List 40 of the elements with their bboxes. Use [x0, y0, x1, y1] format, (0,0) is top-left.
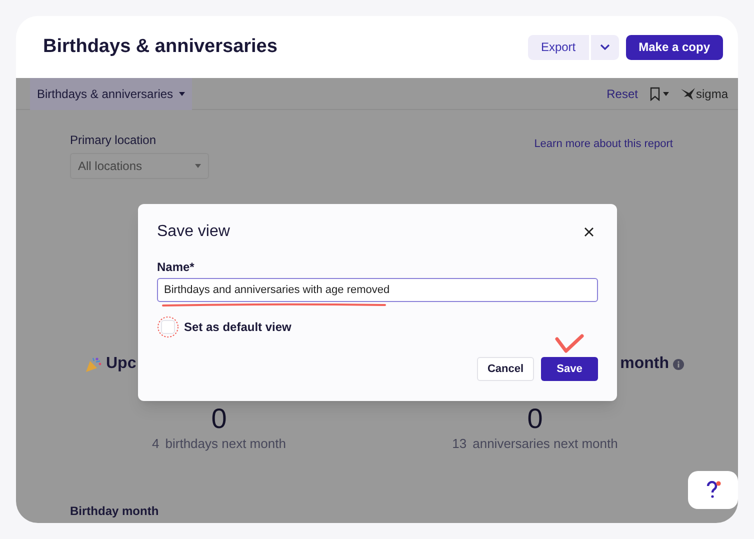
help-icon: [705, 481, 721, 499]
reset-button[interactable]: Reset: [606, 84, 638, 102]
dotted-circle-drawing: [157, 316, 179, 338]
cancel-button[interactable]: Cancel: [477, 357, 534, 381]
close-icon: [584, 227, 594, 237]
stat-count: 4: [152, 435, 160, 453]
brand-name: sigma: [696, 86, 728, 102]
view-tab[interactable]: Birthdays & anniversaries: [30, 78, 192, 110]
section-title: Birthday month: [70, 503, 159, 519]
info-icon: [673, 358, 684, 370]
close-button[interactable]: [582, 225, 596, 239]
save-button[interactable]: Save: [541, 357, 598, 381]
stat-caption: birthdays next month: [165, 435, 286, 453]
page-title: Birthdays & anniversaries: [43, 34, 278, 59]
stat-caption: anniversaries next month: [472, 435, 618, 453]
stat-heading: month: [620, 354, 669, 374]
help-button[interactable]: [688, 471, 738, 509]
caret-icon: [662, 92, 669, 96]
caret-icon: [179, 92, 186, 96]
chevron-down-icon: [600, 44, 610, 50]
stat-value: 0: [211, 404, 227, 434]
export-button[interactable]: Export: [528, 34, 589, 60]
stat-heading: Upc: [106, 354, 136, 374]
bookmark-button[interactable]: [650, 86, 669, 100]
party-popper-icon: [85, 356, 102, 372]
default-checkbox[interactable]: [161, 320, 175, 334]
field-label: Name*: [157, 259, 196, 275]
export-menu-button[interactable]: [590, 34, 619, 60]
bird-logo-icon: [680, 88, 695, 100]
stat-count: 13: [452, 435, 467, 453]
dialog-title: Save view: [157, 222, 230, 242]
checkbox-label: Set as default view: [184, 319, 292, 336]
make-copy-button[interactable]: Make a copy: [626, 34, 723, 60]
name-field[interactable]: Birthdays and anniversaries with age removed: [157, 278, 598, 302]
caret-icon: [195, 164, 201, 168]
bookmark-icon: [650, 86, 660, 100]
learn-more-link[interactable]: Learn more about this report: [534, 136, 673, 152]
filter-label: Primary location: [70, 132, 158, 148]
checkmark-drawing: [555, 334, 584, 353]
stat-value: 0: [527, 404, 543, 434]
